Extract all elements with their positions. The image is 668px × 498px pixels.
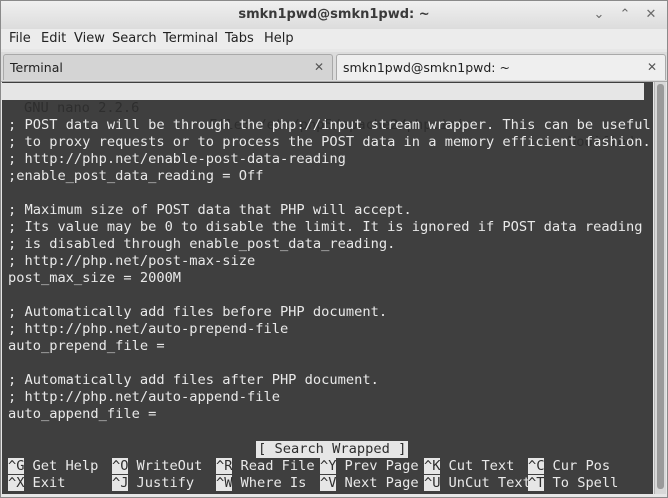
editor-line: ; http://php.net/auto-append-file bbox=[8, 389, 280, 405]
menu-file[interactable]: File bbox=[9, 31, 31, 46]
shortcut-key: ^T bbox=[528, 475, 545, 491]
shortcut-label: Justify bbox=[136, 475, 195, 491]
shortcut-uncut-text[interactable]: ^U UnCut Text bbox=[424, 475, 531, 492]
shortcut-key: ^O bbox=[112, 458, 129, 474]
tab-terminal[interactable]: Terminal ✕ bbox=[3, 54, 333, 80]
shortcut-key: ^V bbox=[320, 475, 337, 491]
shortcut-label: Cut Text bbox=[448, 458, 515, 474]
menu-help[interactable]: Help bbox=[264, 31, 294, 46]
shortcut-key: ^U bbox=[424, 475, 441, 491]
shortcut-key: ^Y bbox=[320, 458, 337, 474]
menu-search[interactable]: Search bbox=[112, 31, 157, 46]
editor-line: ; Maximum size of POST data that PHP wil… bbox=[8, 202, 412, 218]
tab-smkn1pwd[interactable]: smkn1pwd@smkn1pwd: ~ ✕ bbox=[336, 54, 666, 80]
shortcut-key: ^X bbox=[8, 475, 25, 491]
shortcut-label: Prev Page bbox=[344, 458, 419, 474]
terminal-scrollbar[interactable] bbox=[654, 82, 666, 494]
tab-label: Terminal bbox=[10, 60, 63, 75]
terminal-window: smkn1pwd@smkn1pwd: ~ ⌄ ⌃ ✕ File Edit Vie… bbox=[0, 0, 668, 498]
shortcut-get-help[interactable]: ^G Get Help bbox=[8, 458, 98, 475]
editor-line: ; Its value may be 0 to disable the limi… bbox=[8, 219, 643, 235]
menu-view[interactable]: View bbox=[74, 31, 105, 46]
nano-version: GNU nano 2.2.6 bbox=[24, 100, 140, 116]
menu-terminal[interactable]: Terminal bbox=[163, 31, 218, 46]
menu-edit[interactable]: Edit bbox=[41, 31, 66, 46]
shortcut-label: WriteOut bbox=[136, 458, 203, 474]
nano-header: GNU nano 2.2.6 File: /etc/php5/apache2/p… bbox=[2, 83, 644, 150]
shortcut-key: ^R bbox=[216, 458, 233, 474]
shortcut-label: Read File bbox=[240, 458, 315, 474]
shortcut-key: ^G bbox=[8, 458, 25, 474]
status-message: [ Search Wrapped ] bbox=[256, 441, 409, 458]
window-title: smkn1pwd@smkn1pwd: ~ bbox=[238, 7, 430, 22]
shortcut-key: ^K bbox=[424, 458, 441, 474]
editor-line: ; http://php.net/enable-post-data-readin… bbox=[8, 151, 346, 167]
tab-bar: Terminal ✕ smkn1pwd@smkn1pwd: ~ ✕ bbox=[1, 52, 667, 82]
shortcut-key: ^C bbox=[528, 458, 545, 474]
shortcut-label: Exit bbox=[32, 475, 66, 491]
scrollbar-thumb[interactable] bbox=[657, 84, 664, 489]
editor-line: ; Automatically add files after PHP docu… bbox=[8, 372, 379, 388]
shortcut-read-file[interactable]: ^R Read File bbox=[216, 458, 315, 475]
terminal-screen[interactable]: GNU nano 2.2.6 File: /etc/php5/apache2/p… bbox=[2, 82, 653, 494]
shortcut-label: Next Page bbox=[344, 475, 419, 491]
shortcut-label: Where Is bbox=[240, 475, 307, 491]
shortcut-cut-text[interactable]: ^K Cut Text bbox=[424, 458, 514, 475]
editor-line: auto_append_file = bbox=[8, 406, 157, 422]
tab-close-icon[interactable]: ✕ bbox=[647, 60, 657, 74]
editor-line: ; POST data will be through the php://in… bbox=[8, 117, 651, 133]
shortcut-label: Cur Pos bbox=[552, 458, 611, 474]
shortcut-label: Get Help bbox=[32, 458, 99, 474]
editor-line: ; is disabled through enable_post_data_r… bbox=[8, 236, 396, 252]
shortcut-writeout[interactable]: ^O WriteOut bbox=[112, 458, 202, 475]
title-bar[interactable]: smkn1pwd@smkn1pwd: ~ ⌄ ⌃ ✕ bbox=[1, 1, 667, 29]
editor-line: ; http://php.net/auto-prepend-file bbox=[8, 321, 289, 337]
editor-line: auto_prepend_file = bbox=[8, 338, 165, 354]
shortcut-label: To Spell bbox=[552, 475, 619, 491]
shortcut-label: UnCut Text bbox=[448, 475, 531, 491]
menu-bar: File Edit View Search Terminal Tabs Help bbox=[1, 29, 667, 49]
shortcut-exit[interactable]: ^X Exit bbox=[8, 475, 65, 492]
shortcut-next-page[interactable]: ^V Next Page bbox=[320, 475, 419, 492]
minimize-icon[interactable]: ⌄ bbox=[591, 7, 607, 23]
close-icon[interactable]: ✕ bbox=[643, 7, 659, 23]
shortcut-key: ^W bbox=[216, 475, 233, 491]
editor-line: ; to proxy requests or to process the PO… bbox=[8, 134, 651, 150]
shortcut-cur-pos[interactable]: ^C Cur Pos bbox=[528, 458, 610, 475]
shortcut-where-is[interactable]: ^W Where Is bbox=[216, 475, 306, 492]
menu-tabs[interactable]: Tabs bbox=[225, 31, 254, 46]
shortcut-to-spell[interactable]: ^T To Spell bbox=[528, 475, 618, 492]
editor-line: ; Automatically add files before PHP doc… bbox=[8, 304, 388, 320]
shortcut-justify[interactable]: ^J Justify bbox=[112, 475, 194, 492]
maximize-icon[interactable]: ⌃ bbox=[617, 7, 633, 23]
tab-label: smkn1pwd@smkn1pwd: ~ bbox=[343, 60, 510, 75]
editor-line: ; http://php.net/post-max-size bbox=[8, 253, 256, 269]
shortcut-prev-page[interactable]: ^Y Prev Page bbox=[320, 458, 419, 475]
editor-line: post_max_size = 2000M bbox=[8, 270, 182, 286]
shortcut-key: ^J bbox=[112, 475, 129, 491]
tab-close-icon[interactable]: ✕ bbox=[314, 60, 324, 74]
editor-line: ;enable_post_data_reading = Off bbox=[8, 168, 264, 184]
